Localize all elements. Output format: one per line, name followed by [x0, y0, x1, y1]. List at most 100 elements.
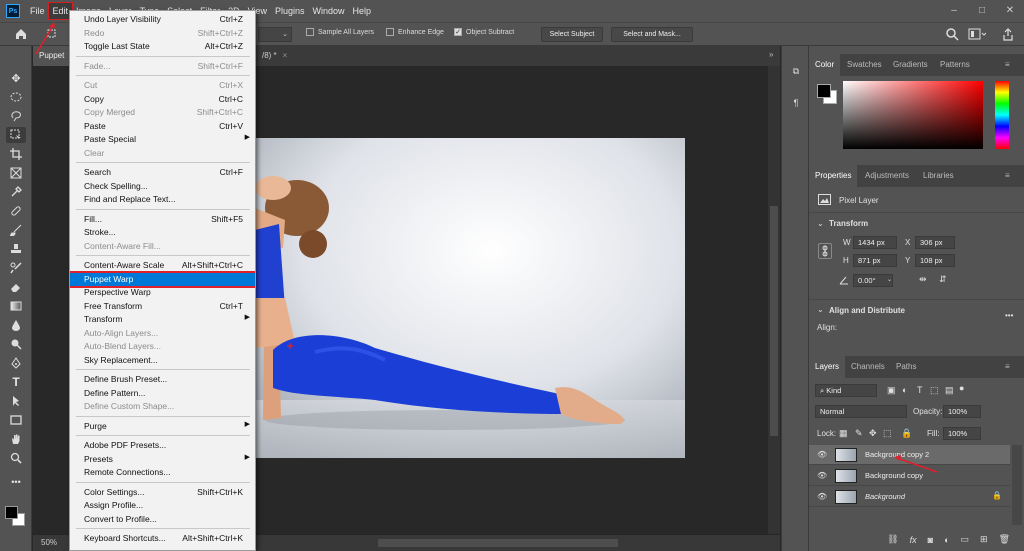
search-icon[interactable] — [946, 28, 959, 41]
close-icon[interactable]: ✕ — [996, 0, 1024, 22]
visibility-eye-icon[interactable]: 👁 — [817, 471, 827, 480]
more-options-icon[interactable]: ••• — [1005, 311, 1013, 320]
path-selection-tool-icon[interactable] — [6, 393, 26, 409]
new-layer-icon[interactable]: ⊞ — [980, 534, 988, 545]
menu-item-search[interactable]: Search Ctrl+F — [70, 166, 255, 179]
tab-adjustments[interactable]: Adjustments — [865, 165, 909, 187]
tab-color[interactable]: Color — [809, 54, 841, 76]
menu-item-check-spelling[interactable]: Check Spelling... — [70, 180, 255, 193]
chevron-down-icon[interactable]: ⌄ — [817, 305, 824, 314]
tab-gradients[interactable]: Gradients — [893, 54, 928, 76]
menu-item-copy[interactable]: Copy Ctrl+C — [70, 93, 255, 106]
share-icon[interactable] — [1002, 28, 1014, 41]
height-field[interactable]: 871 px — [853, 254, 897, 267]
more-tools-icon[interactable]: ••• — [6, 474, 26, 490]
menu-item-auto-align-layers[interactable]: Auto-Align Layers... — [70, 327, 255, 340]
foreground-color-chip[interactable] — [817, 84, 831, 98]
hand-tool-icon[interactable] — [6, 431, 26, 447]
dodge-tool-icon[interactable] — [6, 336, 26, 352]
vertical-scrollbar[interactable] — [768, 66, 780, 534]
lock-image-icon[interactable]: ✎ — [855, 428, 863, 439]
select-and-mask-button[interactable]: Select and Mask... — [611, 27, 693, 42]
menu-item-content-aware-scale[interactable]: Content-Aware Scale Alt+Shift+Ctrl+C — [70, 259, 255, 272]
filter-adjustment-icon[interactable]: ◐ — [902, 385, 907, 395]
menu-item-perspective-warp[interactable]: Perspective Warp — [70, 286, 255, 299]
flip-horizontal-icon[interactable]: ⇹ — [919, 274, 927, 285]
sample-all-layers-checkbox[interactable]: Sample All Layers — [306, 28, 374, 36]
filter-shape-icon[interactable]: ⬚ — [930, 385, 939, 396]
lasso-tool-icon[interactable] — [6, 108, 26, 124]
maximize-icon[interactable]: □ — [968, 0, 996, 22]
vertical-scroll-thumb[interactable] — [770, 206, 778, 436]
new-group-icon[interactable]: ▭ — [961, 534, 970, 545]
clone-stamp-tool-icon[interactable] — [6, 241, 26, 257]
lock-position-icon[interactable]: ✥ — [869, 428, 877, 439]
menu-item-define-custom-shape[interactable]: Define Custom Shape... — [70, 400, 255, 413]
layers-scrollbar[interactable] — [1012, 445, 1022, 525]
menu-item-fill[interactable]: Fill... Shift+F5 — [70, 213, 255, 226]
angle-dropdown-icon[interactable]: ⌄ — [887, 276, 892, 283]
menu-item-adobe-pdf-presets[interactable]: Adobe PDF Presets... — [70, 439, 255, 452]
panel-menu-icon[interactable]: ≡ — [1005, 165, 1010, 187]
layer-filter-select[interactable]: ⌕ Kind — [815, 384, 877, 397]
y-field[interactable]: 108 px — [915, 254, 955, 267]
hue-slider[interactable] — [995, 81, 1009, 149]
zoom-tool-icon[interactable] — [6, 450, 26, 466]
menu-item-free-transform[interactable]: Free Transform Ctrl+T — [70, 300, 255, 313]
filter-pixel-icon[interactable]: ▣ — [887, 385, 896, 396]
move-tool-icon[interactable]: ✥ — [6, 70, 26, 86]
filter-toggle-icon[interactable]: ● — [959, 383, 964, 393]
tab-swatches[interactable]: Swatches — [847, 54, 882, 76]
menu-item-purge[interactable]: Purge ▶ — [70, 420, 255, 433]
marquee-tool-icon[interactable] — [6, 89, 26, 105]
healing-brush-tool-icon[interactable] — [6, 203, 26, 219]
zoom-level[interactable]: 50% — [41, 538, 57, 547]
blend-mode-select[interactable]: Normal — [815, 405, 907, 418]
workspace-icon[interactable] — [968, 28, 986, 41]
collapse-panels-icon[interactable]: » — [769, 50, 773, 59]
menu-item-color-settings[interactable]: Color Settings... Shift+Ctrl+K — [70, 486, 255, 499]
eyedropper-tool-icon[interactable] — [6, 184, 26, 200]
pen-tool-icon[interactable] — [6, 355, 26, 371]
menu-item-stroke[interactable]: Stroke... — [70, 226, 255, 239]
lock-artboard-icon[interactable]: ⬚ — [883, 428, 892, 439]
menu-item-puppet-warp[interactable]: Puppet Warp — [70, 270, 255, 288]
menu-item-define-brush-preset[interactable]: Define Brush Preset... — [70, 373, 255, 386]
select-subject-button[interactable]: Select Subject — [541, 27, 603, 42]
close-tab-icon[interactable]: × — [283, 51, 288, 60]
filter-smart-object-icon[interactable]: ▤ — [945, 385, 954, 396]
menu-item-sky-replacement[interactable]: Sky Replacement... — [70, 354, 255, 367]
menu-item-define-pattern[interactable]: Define Pattern... — [70, 387, 255, 400]
layer-row[interactable]: 👁 Background 🔒 — [809, 487, 1010, 507]
gradient-tool-icon[interactable] — [6, 298, 26, 314]
menu-plugins[interactable]: Plugins — [271, 3, 309, 19]
frame-tool-icon[interactable] — [6, 165, 26, 181]
add-mask-icon[interactable]: ◙ — [928, 535, 933, 545]
menu-item-cut[interactable]: Cut Ctrl+X — [70, 79, 255, 92]
menu-item-fade[interactable]: Fade... Shift+Ctrl+F — [70, 60, 255, 73]
width-field[interactable]: 1434 px — [853, 236, 897, 249]
chevron-down-icon[interactable]: ⌄ — [817, 219, 824, 228]
adjustment-layer-icon[interactable]: ◐ — [944, 535, 949, 545]
tab-patterns[interactable]: Patterns — [940, 54, 970, 76]
flip-vertical-icon[interactable]: ⇵ — [939, 274, 947, 285]
object-subtract-checkbox[interactable]: ✓ Object Subtract — [454, 28, 514, 36]
link-layers-icon[interactable]: ⛓ — [887, 534, 898, 545]
history-panel-icon[interactable]: ⧉ — [788, 66, 804, 80]
tab-properties[interactable]: Properties — [809, 165, 858, 187]
menu-item-paste[interactable]: Paste Ctrl+V — [70, 120, 255, 133]
rectangle-tool-icon[interactable] — [6, 412, 26, 428]
lock-transparent-icon[interactable]: ▦ — [839, 428, 848, 439]
glyphs-panel-icon[interactable]: ¶ — [788, 98, 804, 112]
home-icon[interactable] — [14, 27, 28, 41]
menu-file[interactable]: File — [26, 3, 49, 19]
panel-menu-icon[interactable]: ≡ — [1005, 54, 1010, 76]
delete-layer-icon[interactable]: 🗑 — [999, 534, 1010, 545]
crop-tool-icon[interactable] — [6, 146, 26, 162]
visibility-eye-icon[interactable]: 👁 — [817, 450, 827, 459]
menu-item-remote-connections[interactable]: Remote Connections... — [70, 466, 255, 479]
tab-channels[interactable]: Channels — [851, 356, 885, 378]
layer-style-icon[interactable]: fx — [910, 535, 917, 545]
menu-item-find-and-replace-text[interactable]: Find and Replace Text... — [70, 193, 255, 206]
menu-item-copy-merged[interactable]: Copy Merged Shift+Ctrl+C — [70, 106, 255, 119]
